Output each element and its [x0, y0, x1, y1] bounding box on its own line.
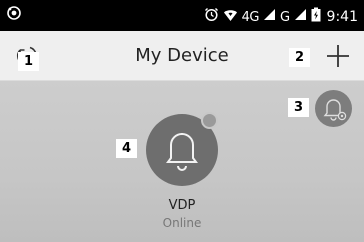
status-indicators: 4G G 9:41: [204, 7, 358, 27]
add-device-button[interactable]: [325, 43, 351, 69]
annotation-badge-4: 4: [116, 139, 137, 158]
heart-wifi-icon: [223, 8, 238, 27]
device-status: Online: [162, 216, 202, 230]
status-dot: [201, 112, 218, 129]
cell-signal-icon: [263, 8, 276, 26]
plus-icon: [327, 45, 349, 67]
device-name[interactable]: VDP: [0, 198, 364, 213]
cell-signal-icon-2: [294, 8, 307, 26]
annotation-badge-2: 2: [289, 48, 310, 67]
clock-time: 9:41: [326, 8, 358, 25]
alarm-clock-icon: [204, 7, 219, 27]
annotation-badge-1: 1: [18, 52, 39, 71]
battery-charging-icon: [311, 7, 321, 27]
network-type-label-2: G: [279, 9, 290, 25]
bell-gear-icon: [323, 99, 347, 121]
status-bar: 4G G 9:41: [0, 0, 364, 31]
notification-app-icon: [6, 5, 22, 25]
device-settings-button[interactable]: [315, 90, 352, 127]
annotation-badge-3: 3: [288, 98, 309, 117]
network-type-label: 4G: [241, 9, 260, 25]
